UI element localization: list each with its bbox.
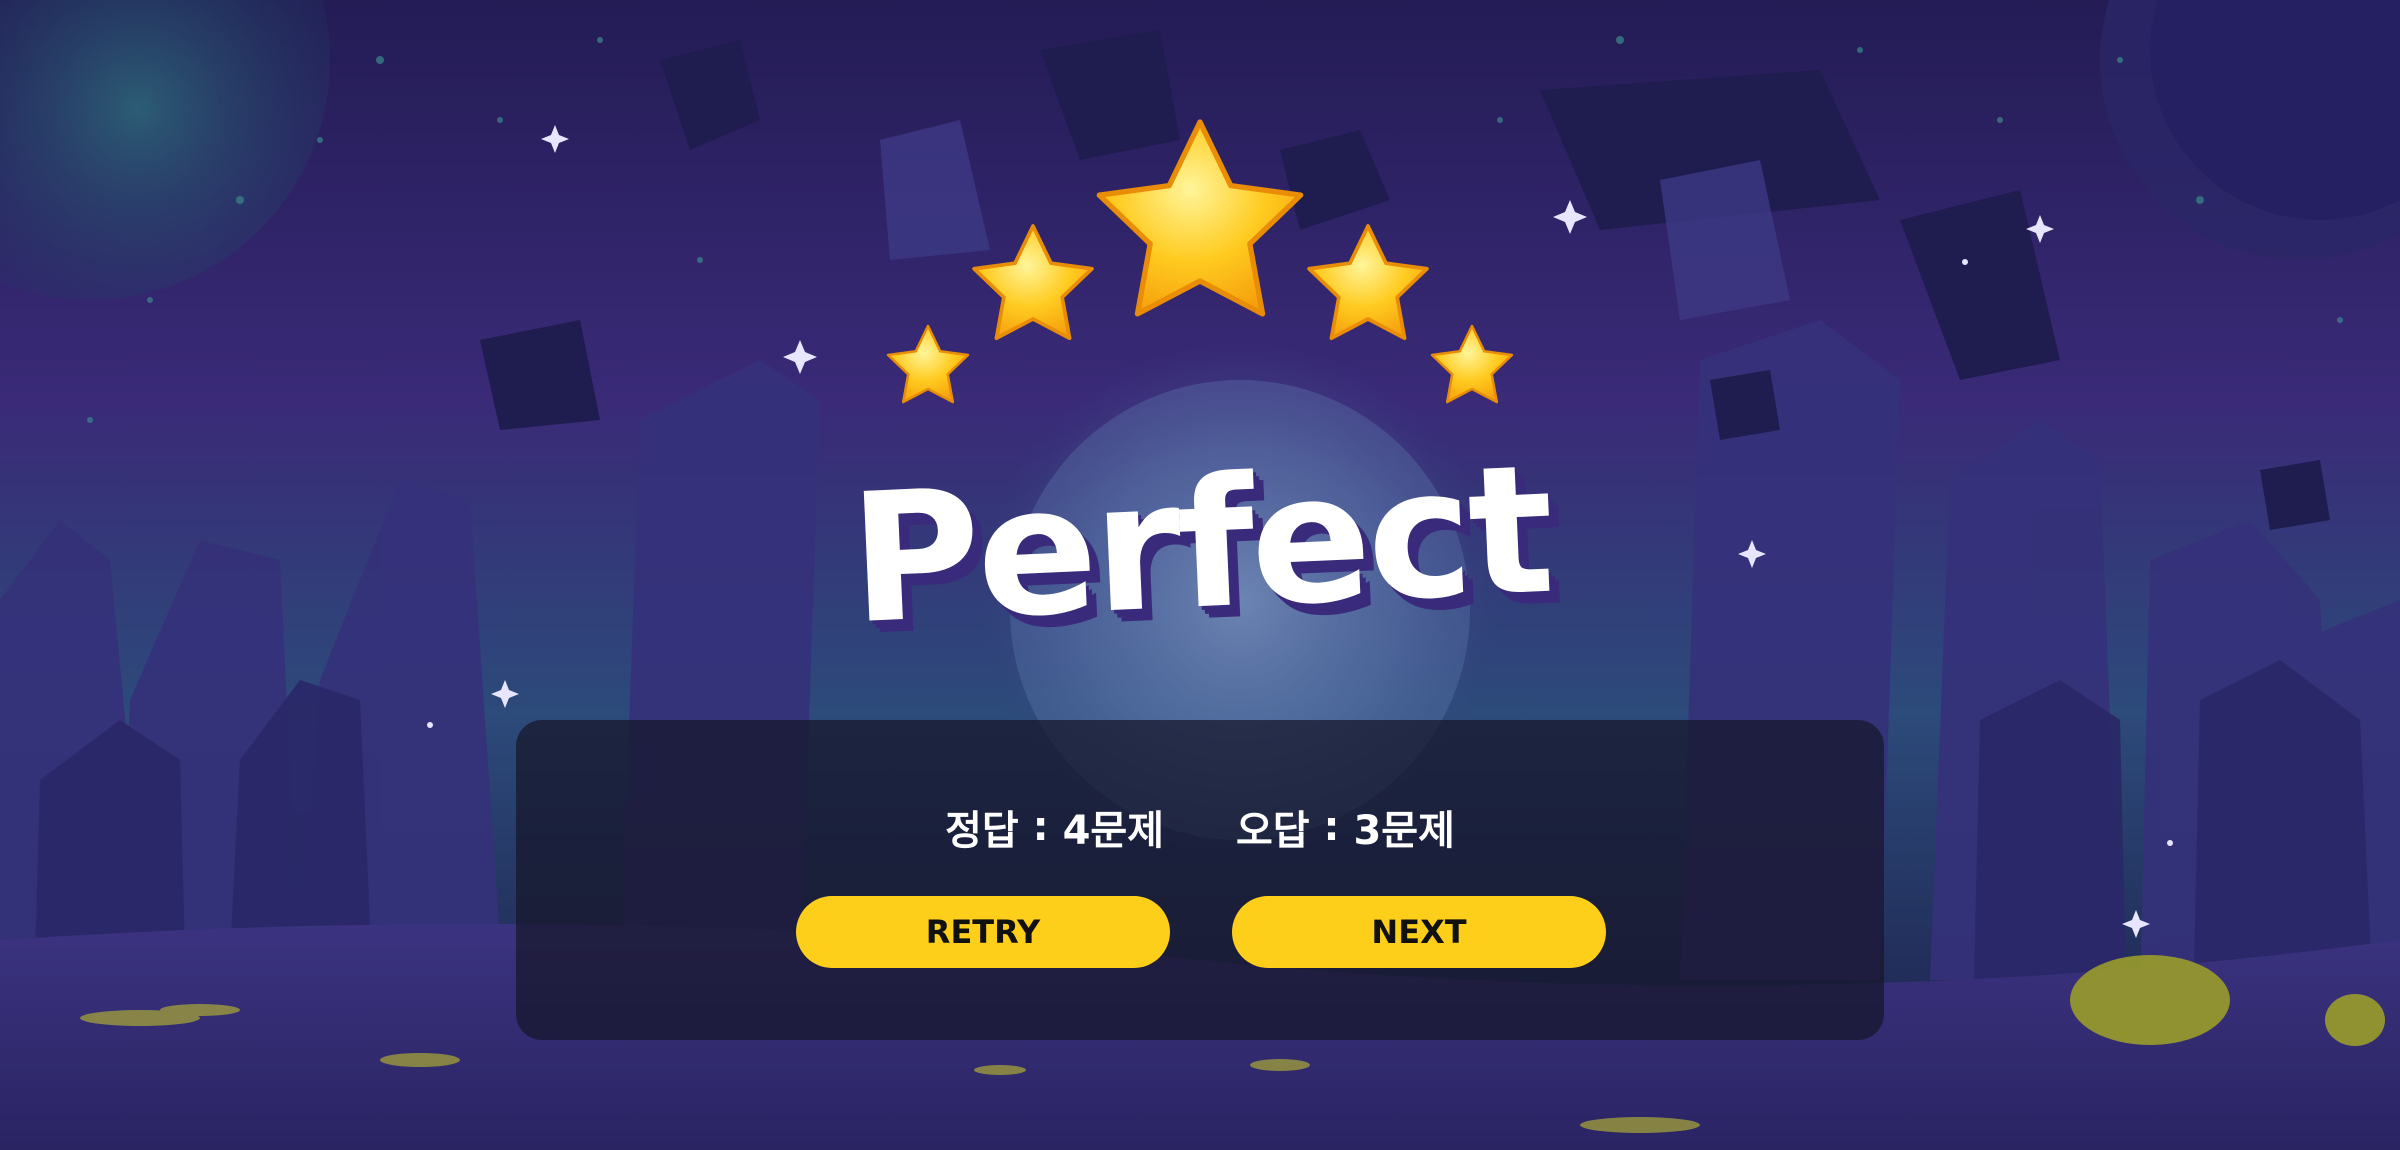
star-icon (972, 224, 1094, 341)
correct-count: 정답 : 4문제 (945, 798, 1164, 856)
separator: : (1309, 804, 1354, 850)
star-icon (1430, 324, 1514, 404)
wrong-label: 오답 (1236, 808, 1310, 854)
result-title: Perfect (820, 426, 1580, 663)
wrong-value: 3문제 (1353, 808, 1455, 854)
result-title-text: Perfect (845, 425, 1555, 664)
correct-label: 정답 (945, 808, 1019, 854)
separator: : (1018, 804, 1063, 850)
star-icon (886, 324, 970, 404)
score-summary: 정답 : 4문제 오답 : 3문제 (516, 798, 1884, 856)
wrong-count: 오답 : 3문제 (1236, 798, 1455, 856)
retry-button[interactable]: RETRY (796, 896, 1170, 968)
star-icon (1307, 224, 1429, 341)
correct-value: 4문제 (1062, 808, 1164, 854)
next-button[interactable]: NEXT (1232, 896, 1606, 968)
result-panel: 정답 : 4문제 오답 : 3문제 RETRY NEXT (516, 720, 1884, 1040)
star-icon (1096, 119, 1304, 317)
